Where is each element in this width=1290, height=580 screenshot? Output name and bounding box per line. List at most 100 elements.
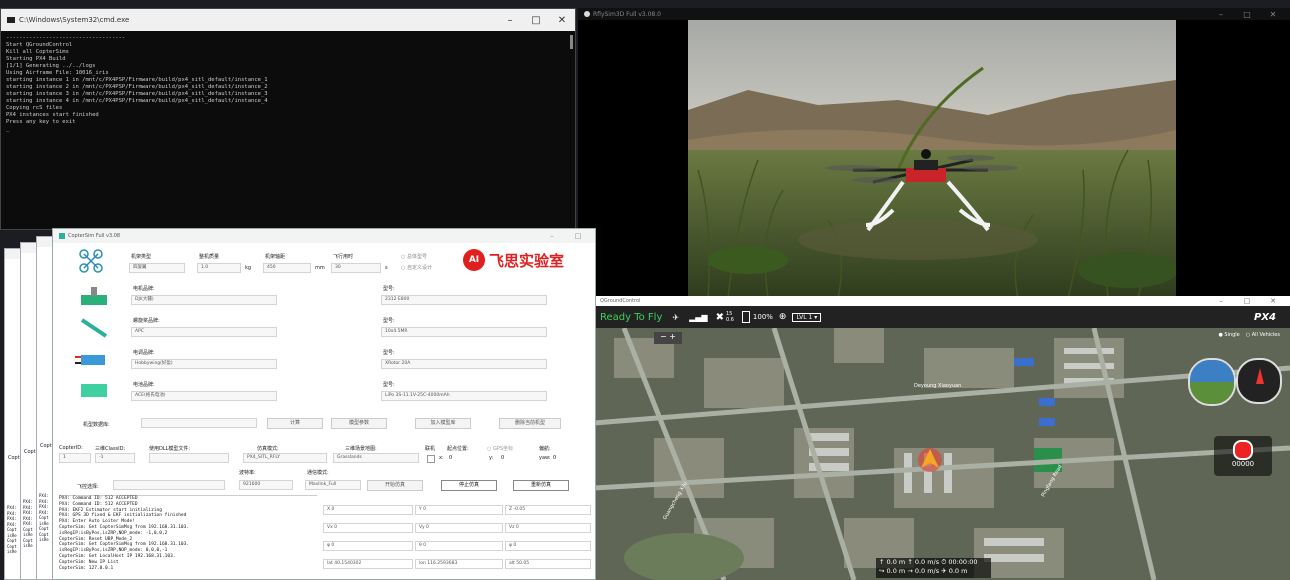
dll-select[interactable] <box>149 453 229 463</box>
quadcopter-icon <box>79 249 103 273</box>
maximize-icon[interactable]: □ <box>523 15 549 26</box>
class-id-input[interactable]: -1 <box>95 453 135 463</box>
telemetry-row: ↪ 0.0 m → 0.0 m/s ✈ 0.0 m <box>879 567 968 575</box>
heading-label: 偏航: <box>539 446 551 452</box>
zoom-controls[interactable]: − + <box>654 332 682 344</box>
copter-id-select[interactable]: 1 <box>59 453 91 463</box>
gps-radio[interactable]: ○ GPS坐标 <box>487 445 513 452</box>
telemetry-panel: ↑ 0.0 m ↑ 0.0 m/s ⏱ 00:00:00 ↪ 0.0 m → 0… <box>876 558 991 578</box>
reset-sim-button[interactable]: 重新仿真 <box>513 480 569 491</box>
net-checkbox[interactable] <box>427 455 435 463</box>
wheelbase-unit: mm <box>315 265 325 271</box>
map-label: 三维场景地图: <box>345 446 377 452</box>
x-input[interactable]: 0 <box>449 455 452 461</box>
radio-custom-option[interactable]: ○ 自定义设计 <box>401 264 432 271</box>
radio-model-label: 总体型号 <box>406 254 427 260</box>
frame-type-select[interactable]: 四旋翼 <box>129 263 185 273</box>
esc-model-select[interactable]: XRotor 20A <box>381 359 547 369</box>
ctrl-label: 飞控选择: <box>77 484 99 490</box>
maximize-icon[interactable]: □ <box>1234 10 1260 19</box>
prop-model-select[interactable]: 10x4.5MR <box>381 327 547 337</box>
cmd-window-controls: – □ ✕ <box>497 9 575 31</box>
log-snippet: PX4: PX4: PX4: PX4: PX4: Copt isRe Copt … <box>23 499 33 548</box>
state-lon: lon 116.2593683 <box>415 559 503 569</box>
minimize-icon[interactable]: – <box>1208 10 1234 19</box>
comm-select[interactable]: Mavlink_Full <box>305 480 361 490</box>
y-input[interactable]: 0 <box>501 455 504 461</box>
map-select[interactable]: Grasslands <box>333 453 419 463</box>
db-select[interactable] <box>141 418 257 428</box>
comm-label: 通信模式: <box>307 470 329 476</box>
state-theta: θ 0 <box>415 541 503 551</box>
qgc-titlebar[interactable]: QGroundControl <box>594 296 1290 306</box>
battery-icon[interactable] <box>741 311 750 323</box>
close-icon[interactable]: ✕ <box>1260 10 1286 19</box>
close-icon[interactable]: ✕ <box>1260 297 1286 305</box>
simulation-viewport[interactable] <box>688 20 1176 298</box>
coptersim-titlebar[interactable]: CopterSim Full v3.08 <box>53 229 595 243</box>
state-psi: ψ 0 <box>505 541 591 551</box>
motor-model-select[interactable]: 2312 E800 <box>381 295 547 305</box>
rc-signal-icon[interactable]: ▂▄▆ <box>689 313 707 322</box>
view-all-label: All Vehicles <box>1251 332 1280 338</box>
yaw-input[interactable]: 0 <box>553 455 556 461</box>
ctrl-select[interactable] <box>113 480 225 490</box>
batt-model-select[interactable]: LiPo 3S-11.1V-25C-4000mAh <box>381 391 547 401</box>
vehicle-marker <box>918 448 942 472</box>
record-button[interactable]: 00000 <box>1214 436 1272 476</box>
mass-input[interactable]: 1.0 <box>197 263 241 273</box>
map-view[interactable]: Deyoung Xiaoyuan Guangcheng Xilu Pingfan… <box>594 327 1290 580</box>
state-alt: alt 50.05 <box>505 559 591 569</box>
state-y: Y 0 <box>415 505 503 515</box>
delete-model-button[interactable]: 删除当前机型 <box>499 418 561 429</box>
calc-button[interactable]: 计算 <box>267 418 323 429</box>
state-z: Z -0.05 <box>505 505 591 515</box>
telemetry-row: ↑ 0.0 m ↑ 0.0 m/s ⏱ 00:00:00 <box>879 558 978 566</box>
view-all-radio[interactable]: ○ All Vehicles <box>1246 332 1280 338</box>
cmd-window: C:\Windows\System32\cmd.exe – □ ✕ ------… <box>0 8 576 230</box>
add-model-button[interactable]: 加入模型库 <box>415 418 471 429</box>
cmd-scrollbar[interactable] <box>570 35 573 49</box>
motor-brand-select[interactable]: DJI(大疆) <box>131 295 277 305</box>
minimize-icon[interactable]: – <box>539 232 565 240</box>
vehicle-messages-icon[interactable]: ✈ <box>672 313 679 322</box>
batt-brand-select[interactable]: ACE(格氏电池) <box>131 391 277 401</box>
minimize-icon[interactable]: – <box>497 15 523 26</box>
dll-label: 使用DLL模型文件: <box>149 446 191 452</box>
esc-brand-select[interactable]: Hobbywing(好盈) <box>131 359 277 369</box>
start-sim-button[interactable]: 开始仿真 <box>367 480 423 491</box>
esc-icon <box>75 355 105 365</box>
console-log: PX4: Command ID: 512 ACCEPTED PX4: Comma… <box>59 495 317 579</box>
sim-mode-select[interactable]: PX4_SITL_RFLY <box>243 453 327 463</box>
gps-icon[interactable]: ✖ <box>716 312 724 323</box>
copter-label: Copt <box>24 449 36 455</box>
cmd-titlebar[interactable]: C:\Windows\System32\cmd.exe <box>1 9 575 31</box>
class-id-label: 三维ClassID: <box>95 446 126 452</box>
maximize-icon[interactable]: □ <box>565 232 591 240</box>
db-label: 机型数据库: <box>83 422 110 428</box>
prop-brand-select[interactable]: APC <box>131 327 277 337</box>
coptersim-window-controls: – □ <box>539 229 591 243</box>
flight-mode-icon[interactable]: ⊕ <box>779 312 787 322</box>
cmd-title: C:\Windows\System32\cmd.exe <box>19 16 130 24</box>
rflysim-icon <box>584 11 590 17</box>
view-single-radio[interactable]: ● Single <box>1218 332 1239 338</box>
flight-time-input[interactable]: 30 <box>331 263 381 273</box>
radio-model-option[interactable]: ○ 总体型号 <box>401 253 427 260</box>
log-snippet: PX4: PX4: PX4: PX4: Copt isRe Copt Copt … <box>39 493 49 542</box>
vehicle-selector[interactable]: LVL 1 ▾ <box>792 312 822 322</box>
brand-logo: AI 飞思实验室 <box>463 249 564 271</box>
maximize-icon[interactable]: □ <box>1234 297 1260 305</box>
stop-sim-button[interactable]: 停止仿真 <box>441 480 497 491</box>
coptersim-window: CopterSim Full v3.08 – □ 机架类型 四旋翼 整机质量 1… <box>52 228 596 580</box>
prop-brand-label: 螺旋桨品牌: <box>133 318 160 324</box>
record-counter: 00000 <box>1231 460 1255 468</box>
flight-status[interactable]: Ready To Fly <box>600 312 662 323</box>
close-icon[interactable]: ✕ <box>549 15 575 26</box>
rflysim-titlebar[interactable]: RflySim3D Full v3.08.0 <box>578 8 1290 20</box>
wheelbase-input[interactable]: 450 <box>263 263 311 273</box>
minimize-icon[interactable]: – <box>1208 297 1234 305</box>
baud-select[interactable]: 921600 <box>239 480 293 490</box>
esc-brand-label: 电调品牌: <box>133 350 155 356</box>
model-params-button[interactable]: 模型参数 <box>331 418 387 429</box>
